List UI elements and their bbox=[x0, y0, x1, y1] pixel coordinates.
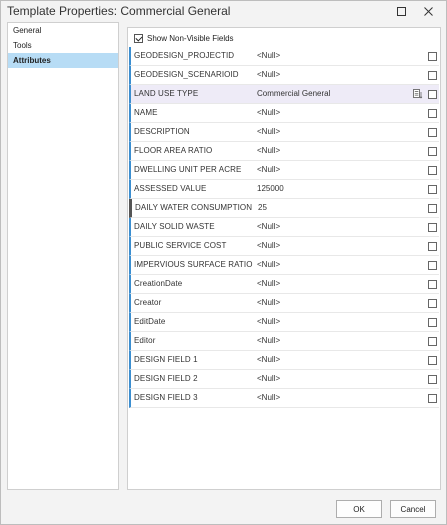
attributes-panel: Show Non-Visible Fields GEODESIGN_PROJEC… bbox=[127, 27, 441, 490]
row-checkbox[interactable] bbox=[428, 223, 437, 232]
show-non-visible-toggle[interactable]: Show Non-Visible Fields bbox=[134, 32, 234, 44]
attribute-row[interactable]: CreationDate <Null> bbox=[129, 275, 439, 294]
row-checkbox[interactable] bbox=[428, 261, 437, 270]
nav-item-general[interactable]: General bbox=[8, 23, 118, 38]
attribute-row[interactable]: PUBLIC SERVICE COST <Null> bbox=[129, 237, 439, 256]
field-name: IMPERVIOUS SURFACE RATIO bbox=[134, 260, 253, 269]
field-value[interactable]: <Null> bbox=[257, 275, 280, 293]
attribute-row[interactable]: DESIGN FIELD 2 <Null> bbox=[129, 370, 439, 389]
attribute-row[interactable]: DAILY WATER CONSUMPTION 25 bbox=[129, 199, 439, 218]
maximize-button[interactable] bbox=[389, 1, 413, 21]
nav-item-label: General bbox=[13, 26, 42, 35]
field-value[interactable]: <Null> bbox=[257, 66, 280, 84]
attribute-row[interactable]: DESCRIPTION <Null> bbox=[129, 123, 439, 142]
field-name: DESIGN FIELD 1 bbox=[134, 355, 198, 364]
field-value[interactable]: <Null> bbox=[257, 104, 280, 122]
field-name: FLOOR AREA RATIO bbox=[134, 146, 213, 155]
field-name: PUBLIC SERVICE COST bbox=[134, 241, 227, 250]
row-checkbox[interactable] bbox=[428, 337, 437, 346]
ok-button[interactable]: OK bbox=[336, 500, 382, 518]
row-checkbox[interactable] bbox=[428, 71, 437, 80]
row-checkbox[interactable] bbox=[428, 280, 437, 289]
row-checkbox[interactable] bbox=[428, 166, 437, 175]
attribute-row[interactable]: EditDate <Null> bbox=[129, 313, 439, 332]
maximize-icon bbox=[396, 6, 406, 16]
attribute-row[interactable]: DESIGN FIELD 3 <Null> bbox=[129, 389, 439, 408]
nav-panel: General Tools Attributes bbox=[7, 22, 119, 490]
show-non-visible-label: Show Non-Visible Fields bbox=[147, 33, 234, 43]
domain-list-icon[interactable] bbox=[413, 89, 423, 99]
field-value[interactable]: <Null> bbox=[257, 313, 280, 331]
field-name: DESIGN FIELD 3 bbox=[134, 393, 198, 402]
close-icon bbox=[423, 6, 433, 16]
field-name: EditDate bbox=[134, 317, 166, 326]
field-name: ASSESSED VALUE bbox=[134, 184, 207, 193]
window-title: Template Properties: Commercial General bbox=[7, 4, 231, 18]
row-checkbox[interactable] bbox=[428, 204, 437, 213]
field-value[interactable]: <Null> bbox=[257, 389, 280, 407]
field-name: DWELLING UNIT PER ACRE bbox=[134, 165, 242, 174]
row-checkbox[interactable] bbox=[428, 90, 437, 99]
row-checkbox[interactable] bbox=[428, 52, 437, 61]
nav-item-label: Tools bbox=[13, 41, 32, 50]
field-name: NAME bbox=[134, 108, 158, 117]
field-value[interactable]: <Null> bbox=[257, 218, 280, 236]
field-value[interactable]: <Null> bbox=[257, 142, 280, 160]
field-name: LAND USE TYPE bbox=[134, 89, 199, 98]
field-name: GEODESIGN_PROJECTID bbox=[134, 51, 235, 60]
field-value[interactable]: <Null> bbox=[257, 47, 280, 65]
field-value[interactable]: 25 bbox=[258, 199, 267, 217]
row-checkbox[interactable] bbox=[428, 318, 437, 327]
field-value[interactable]: Commercial General bbox=[257, 85, 330, 103]
attribute-row[interactable]: Creator <Null> bbox=[129, 294, 439, 313]
field-value[interactable]: 125000 bbox=[257, 180, 284, 198]
row-checkbox[interactable] bbox=[428, 185, 437, 194]
row-checkbox[interactable] bbox=[428, 356, 437, 365]
show-non-visible-checkbox[interactable] bbox=[134, 33, 143, 43]
attribute-row[interactable]: DESIGN FIELD 1 <Null> bbox=[129, 351, 439, 370]
field-value[interactable]: <Null> bbox=[257, 351, 280, 369]
row-checkbox[interactable] bbox=[428, 109, 437, 118]
attribute-table: GEODESIGN_PROJECTID <Null> GEODESIGN_SCE… bbox=[129, 47, 439, 408]
field-value[interactable]: <Null> bbox=[257, 237, 280, 255]
field-name: DESCRIPTION bbox=[134, 127, 190, 136]
nav-item-tools[interactable]: Tools bbox=[8, 38, 118, 53]
attribute-row[interactable]: GEODESIGN_PROJECTID <Null> bbox=[129, 47, 439, 66]
attribute-row[interactable]: IMPERVIOUS SURFACE RATIO <Null> bbox=[129, 256, 439, 275]
row-checkbox[interactable] bbox=[428, 147, 437, 156]
attribute-row[interactable]: FLOOR AREA RATIO <Null> bbox=[129, 142, 439, 161]
field-name: DAILY SOLID WASTE bbox=[134, 222, 215, 231]
close-button[interactable] bbox=[416, 1, 440, 21]
attribute-row[interactable]: ASSESSED VALUE 125000 bbox=[129, 180, 439, 199]
attribute-row[interactable]: NAME <Null> bbox=[129, 104, 439, 123]
attribute-row[interactable]: DAILY SOLID WASTE <Null> bbox=[129, 218, 439, 237]
title-bar: Template Properties: Commercial General bbox=[1, 1, 446, 22]
attribute-row[interactable]: LAND USE TYPE Commercial General bbox=[129, 85, 439, 104]
field-name: CreationDate bbox=[134, 279, 183, 288]
row-checkbox[interactable] bbox=[428, 242, 437, 251]
row-checkbox[interactable] bbox=[428, 299, 437, 308]
field-name: DESIGN FIELD 2 bbox=[134, 374, 198, 383]
field-name: Editor bbox=[134, 336, 156, 345]
nav-item-label: Attributes bbox=[13, 56, 51, 65]
field-value[interactable]: <Null> bbox=[257, 332, 280, 350]
field-name: GEODESIGN_SCENARIOID bbox=[134, 70, 239, 79]
attribute-row[interactable]: Editor <Null> bbox=[129, 332, 439, 351]
field-name: Creator bbox=[134, 298, 162, 307]
field-value[interactable]: <Null> bbox=[257, 123, 280, 141]
field-value[interactable]: <Null> bbox=[257, 370, 280, 388]
row-checkbox[interactable] bbox=[428, 375, 437, 384]
cancel-button[interactable]: Cancel bbox=[390, 500, 436, 518]
field-value[interactable]: <Null> bbox=[257, 161, 280, 179]
row-checkbox[interactable] bbox=[428, 128, 437, 137]
field-name: DAILY WATER CONSUMPTION bbox=[135, 203, 253, 212]
row-checkbox[interactable] bbox=[428, 394, 437, 403]
field-value[interactable]: <Null> bbox=[257, 256, 280, 274]
field-value[interactable]: <Null> bbox=[257, 294, 280, 312]
attribute-row[interactable]: DWELLING UNIT PER ACRE <Null> bbox=[129, 161, 439, 180]
nav-item-attributes[interactable]: Attributes bbox=[8, 53, 118, 68]
attribute-row[interactable]: GEODESIGN_SCENARIOID <Null> bbox=[129, 66, 439, 85]
